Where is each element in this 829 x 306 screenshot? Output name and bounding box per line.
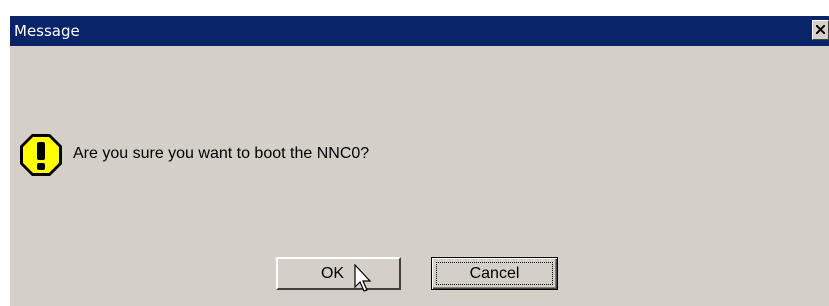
warning-icon	[20, 134, 62, 176]
message-dialog: Message Are you sure you want to boot th…	[10, 16, 829, 306]
ok-button[interactable]: OK	[276, 257, 401, 290]
close-button[interactable]	[812, 20, 829, 40]
message-text: Are you sure you want to boot the NNC0?	[73, 145, 370, 162]
cancel-button[interactable]: Cancel	[431, 257, 558, 290]
close-icon	[816, 25, 825, 34]
title-bar[interactable]: Message	[10, 16, 829, 46]
cancel-button-label: Cancel	[469, 265, 520, 282]
ok-button-label: OK	[320, 265, 345, 282]
dialog-title: Message	[14, 22, 80, 40]
